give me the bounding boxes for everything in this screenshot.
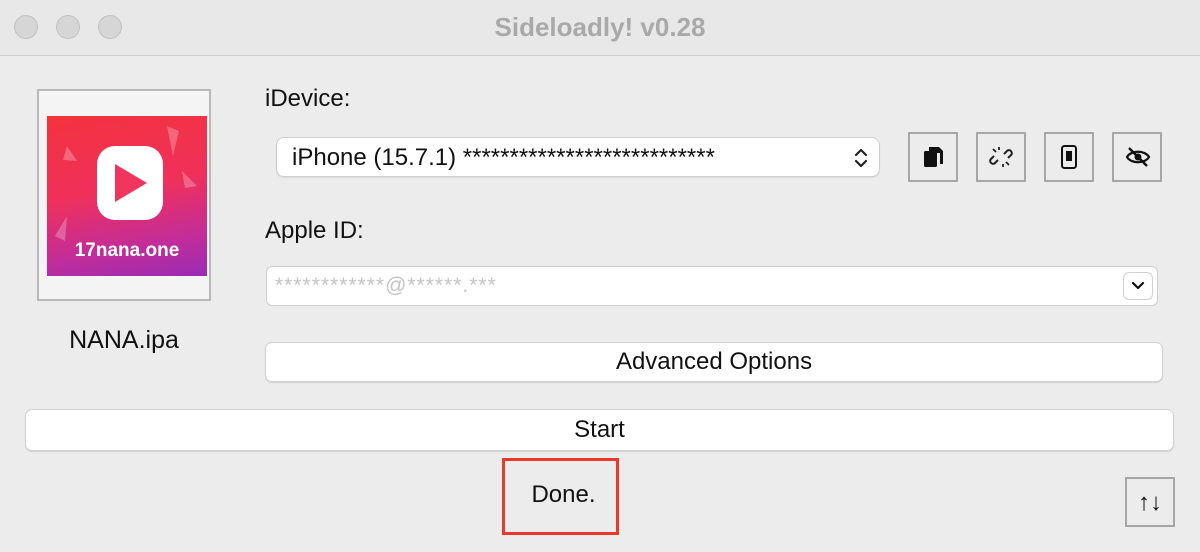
log-toggle-button[interactable]: ↑↓ — [1125, 477, 1175, 527]
unlink-icon — [989, 147, 1013, 167]
ipa-file-name: NANA.ipa — [69, 326, 179, 354]
ipa-drop-area[interactable]: 17nana.one — [37, 89, 211, 301]
hide-icon — [1125, 147, 1151, 167]
advanced-options-button[interactable]: Advanced Options — [265, 342, 1163, 382]
unpair-device-button[interactable] — [976, 132, 1026, 182]
app-icon-label: 17nana.one — [74, 240, 180, 261]
start-button[interactable]: Start — [25, 409, 1174, 451]
copy-icon — [924, 147, 943, 167]
apple-id-dropdown-button[interactable] — [1123, 272, 1153, 300]
copy-device-button[interactable] — [908, 132, 958, 182]
app-icon: 17nana.one — [47, 116, 207, 276]
idevice-selected-value: iPhone (15.7.1) ************************… — [292, 144, 715, 171]
window-title: Sideloadly! v0.28 — [494, 12, 706, 42]
apple-id-field[interactable]: ************@******.*** — [266, 266, 1158, 306]
idevice-label: iDevice: — [265, 85, 351, 112]
updown-chevron-icon — [854, 148, 868, 168]
phone-icon — [1061, 145, 1077, 169]
status-text: Done. — [531, 481, 596, 508]
status-highlight: Done. — [502, 458, 619, 535]
device-info-button[interactable] — [1044, 132, 1094, 182]
sideloadly-window: Sideloadly! v0.28 17nana.one NANA.ipa iD… — [0, 0, 1200, 552]
apple-id-value: ************@******.*** — [275, 274, 497, 297]
title-bar: Sideloadly! v0.28 — [0, 0, 1200, 56]
chevron-down-icon — [1131, 281, 1145, 290]
sort-arrows-icon: ↑↓ — [1138, 489, 1162, 516]
toggle-visibility-button[interactable] — [1112, 132, 1162, 182]
apple-id-label: Apple ID: — [265, 217, 364, 244]
idevice-select[interactable]: iPhone (15.7.1) ************************… — [276, 137, 880, 177]
